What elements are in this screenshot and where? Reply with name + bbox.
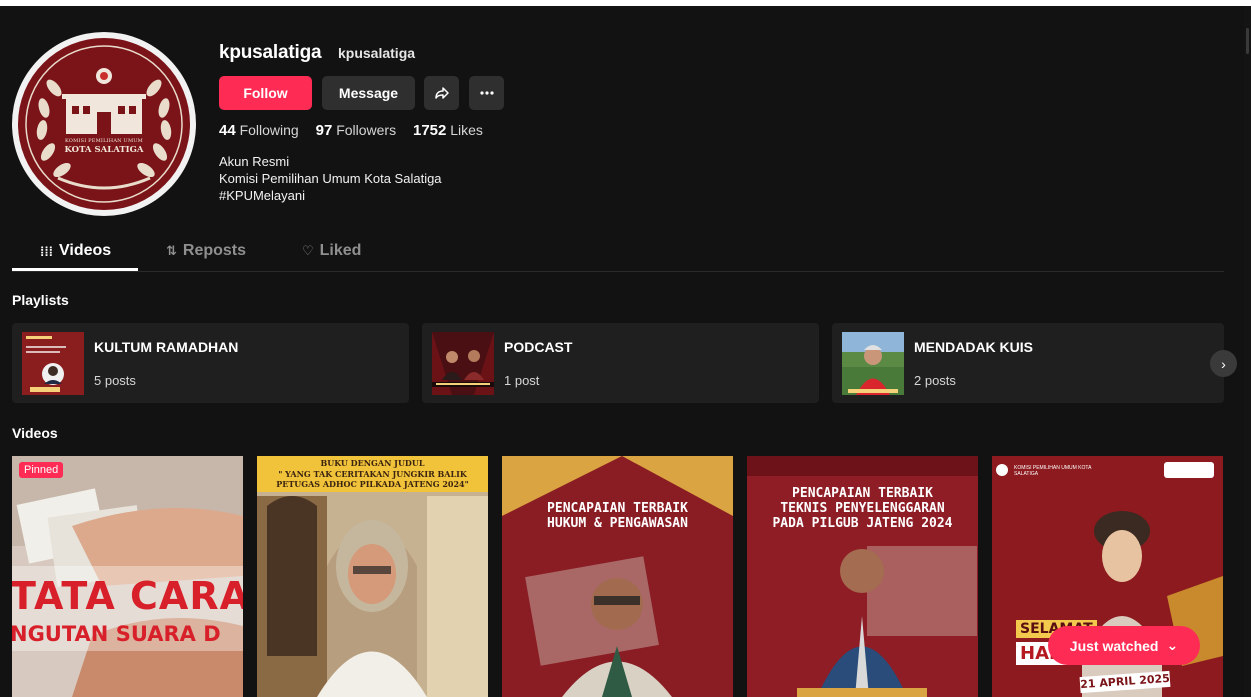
repost-icon: ⇅ <box>166 243 177 258</box>
profile-tabs: ⁞⁞⁞ Videos ⇅ Reposts ♡ Liked <box>12 232 1224 272</box>
playlist-next-button[interactable]: › <box>1210 350 1237 377</box>
playlist-thumbnail <box>432 332 494 395</box>
profile-bio: Akun Resmi Komisi Pemilihan Umum Kota Sa… <box>219 153 442 204</box>
scrollbar-thumb[interactable] <box>1246 28 1249 54</box>
follow-button[interactable]: Follow <box>219 76 312 110</box>
video-title: TATA CARA <box>12 574 243 618</box>
video-subtitle: PADA PILGUB JATENG 2024 <box>772 516 953 531</box>
video-subtitle: PETUGAS ADHOC PILKADA JATENG 2024" <box>276 479 469 489</box>
avatar[interactable]: KOMISI PEMILIHAN UMUM KOTA SALATIGA <box>12 32 196 216</box>
video-title: PENCAPAIAN TERBAIK <box>792 486 933 501</box>
video-card[interactable]: BUKU DENGAN JUDUL " YANG TAK CERITAKAN J… <box>257 456 488 697</box>
window-top-border <box>0 0 1251 6</box>
bio-line: #KPUMelayani <box>219 188 305 203</box>
playlists-heading: Playlists <box>12 292 69 308</box>
scrollbar[interactable] <box>1244 6 1251 697</box>
playlist-name: MENDADAK KUIS <box>914 339 1033 355</box>
avatar-caption-small: KOMISI PEMILIHAN UMUM <box>65 138 143 144</box>
tab-reposts[interactable]: ⇅ Reposts <box>166 242 246 260</box>
playlist-count: 2 posts <box>914 373 956 388</box>
just-watched-button[interactable]: Just watched ⌄ <box>1048 626 1200 665</box>
avatar-caption: KOTA SALATIGA <box>64 145 144 155</box>
playlist-name: KULTUM RAMADHAN <box>94 339 239 355</box>
grid-icon: ⁞⁞⁞ <box>40 243 53 259</box>
video-card[interactable]: Pinned TATA CARA NGUTAN SUARA D <box>12 456 243 697</box>
playlist-count: 5 posts <box>94 373 136 388</box>
profile-nickname: kpusalatiga <box>338 45 416 61</box>
profile-stats: 44 Following 97 Followers 1752 Likes <box>219 122 483 139</box>
video-title: PENCAPAIAN TERBAIK <box>547 501 688 516</box>
video-subtitle: " YANG TAK CERITAKAN JUNGKIR BALIK <box>278 469 467 479</box>
playlist-thumbnail <box>842 332 904 395</box>
video-card[interactable]: PENCAPAIAN TERBAIK TEKNIS PENYELENGGARAN… <box>747 456 978 697</box>
playlist-card[interactable]: PODCAST 1 post <box>422 323 819 403</box>
bio-line: Akun Resmi <box>219 154 290 169</box>
likes-stat: 1752 Likes <box>412 122 483 139</box>
avatar-logo: KOMISI PEMILIHAN UMUM KOTA SALATIGA <box>18 38 190 210</box>
followers-stat[interactable]: 97 Followers <box>316 122 396 139</box>
videos-heading: Videos <box>12 425 58 441</box>
video-subtitle: TEKNIS PENYELENGGARAN <box>780 501 945 516</box>
video-channel-label: KOMISI PEMILIHAN UMUM KOTA SALATIGA <box>1014 465 1092 477</box>
video-card[interactable]: PENCAPAIAN TERBAIK HUKUM & PENGAWASAN <box>502 456 733 697</box>
playlist-card[interactable]: MENDADAK KUIS 2 posts <box>832 323 1224 403</box>
pinned-badge: Pinned <box>19 462 64 478</box>
following-stat[interactable]: 44 Following <box>219 122 299 139</box>
liked-icon: ♡ <box>302 243 314 258</box>
profile-username: kpusalatiga <box>219 42 322 63</box>
share-button[interactable] <box>424 76 459 110</box>
tab-liked[interactable]: ♡ Liked <box>302 242 361 260</box>
share-icon <box>434 87 449 99</box>
chevron-right-icon: › <box>1221 355 1226 372</box>
playlist-count: 1 post <box>504 373 540 388</box>
playlist-thumbnail <box>22 332 84 395</box>
bio-line: Komisi Pemilihan Umum Kota Salatiga <box>219 171 442 186</box>
video-subtitle: NGUTAN SUARA D <box>12 622 221 646</box>
active-tab-indicator <box>12 268 138 271</box>
playlist-name: PODCAST <box>504 339 573 355</box>
more-icon <box>479 91 494 95</box>
playlist-card[interactable]: KULTUM RAMADHAN 5 posts <box>12 323 409 403</box>
double-chevron-down-icon: ⌄ <box>1166 637 1179 653</box>
video-title: BUKU DENGAN JUDUL <box>320 458 425 468</box>
more-options-button[interactable] <box>469 76 504 110</box>
tab-videos[interactable]: ⁞⁞⁞ Videos <box>40 242 111 260</box>
video-subtitle: HUKUM & PENGAWASAN <box>547 516 688 531</box>
message-button[interactable]: Message <box>322 76 415 110</box>
